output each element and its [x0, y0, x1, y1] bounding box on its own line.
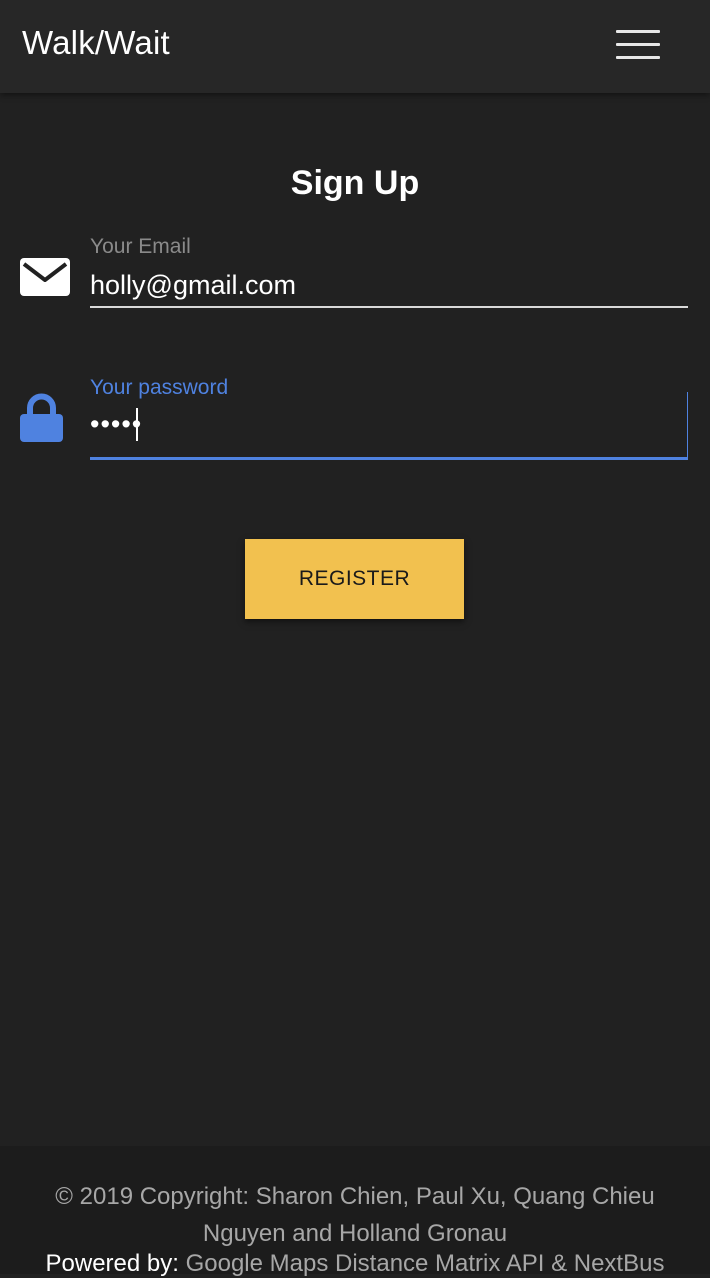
hamburger-line: [616, 43, 660, 46]
copyright-text: © 2019 Copyright: Sharon Chien, Paul Xu,…: [55, 1183, 655, 1247]
email-field[interactable]: [90, 264, 688, 308]
envelope-icon: [20, 258, 70, 296]
password-field[interactable]: [90, 392, 688, 460]
top-navbar: Walk/Wait: [0, 0, 710, 93]
lock-icon: [20, 393, 63, 442]
hamburger-menu-icon[interactable]: [616, 28, 662, 62]
text-caret: [136, 408, 138, 441]
hamburger-line: [616, 56, 660, 59]
brand-title[interactable]: Walk/Wait: [22, 24, 170, 62]
powered-by-link[interactable]: Google Maps Distance Matrix API & NextBu…: [186, 1250, 665, 1277]
powered-by-label: Powered by:: [45, 1250, 179, 1277]
page-title: Sign Up: [290, 164, 420, 202]
email-label: Your Email: [90, 235, 191, 258]
register-button[interactable]: REGISTER: [245, 539, 464, 619]
hamburger-line: [616, 30, 660, 33]
page-footer: © 2019 Copyright: Sharon Chien, Paul Xu,…: [0, 1146, 710, 1277]
